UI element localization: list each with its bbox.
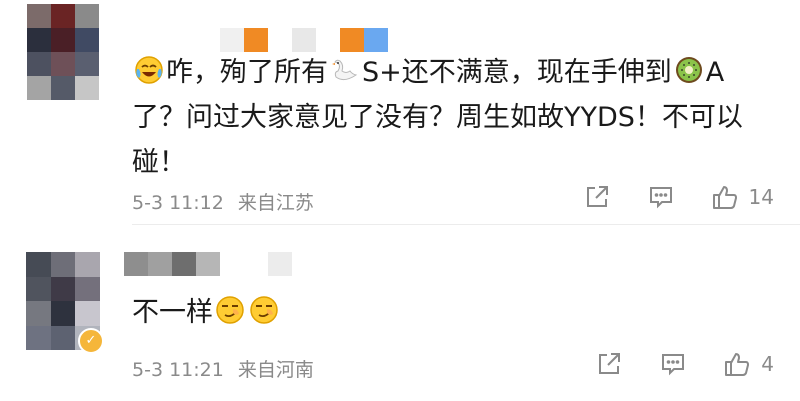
share-icon — [586, 186, 608, 207]
avatar-pixel — [75, 301, 100, 326]
comment-actions: 14 — [583, 183, 774, 211]
comment-item: ✓ 不一样 5-3 11:21 来自河南 4 — [0, 224, 800, 401]
comment-text: 咋，殉了所有 S+还不满意，现在手伸到 A了？问过大家意见了没有？周生如故YYD… — [132, 50, 772, 185]
avatar-pixel — [26, 301, 51, 326]
username[interactable] — [172, 28, 388, 52]
username-pixel — [196, 28, 220, 52]
comment-time: 5-3 11:12 — [132, 192, 224, 214]
avatar-pixel — [27, 4, 51, 28]
comment-actions: 4 — [595, 350, 774, 378]
avatar-pixel — [50, 325, 76, 350]
thumbs-up-icon — [712, 186, 737, 209]
avatar-pixel — [26, 276, 51, 301]
share-button[interactable] — [595, 350, 623, 378]
comment-time: 5-3 11:21 — [132, 359, 224, 381]
username-pixel — [244, 252, 268, 276]
comment-location: 来自河南 — [237, 359, 314, 381]
comment-text-segment: 不一样 — [132, 297, 213, 328]
username-pixel — [148, 252, 172, 276]
crying-laughing-emoji — [135, 56, 163, 84]
avatar-pixel — [75, 252, 100, 277]
reply-button[interactable] — [647, 183, 675, 211]
verified-badge-icon: ✓ — [78, 328, 104, 354]
username-pixel — [364, 28, 388, 52]
username-pixel — [220, 28, 244, 52]
smirk-emoji — [216, 296, 244, 324]
comment-meta: 5-3 11:21 来自河南 — [132, 355, 314, 382]
comment-text: 不一样 — [132, 290, 772, 335]
share-icon — [599, 353, 621, 374]
comment-icon — [649, 187, 672, 209]
avatar-pixel — [26, 325, 51, 350]
username-pixel — [316, 28, 340, 52]
avatar-pixel — [26, 252, 51, 277]
username-pixel — [268, 28, 292, 52]
comment-text-segment: S+还不满意，现在手伸到 — [362, 57, 672, 88]
username-pixel — [244, 28, 268, 52]
like-count: 14 — [748, 185, 774, 209]
kiwi-emoji — [675, 57, 702, 83]
username-pixel — [292, 28, 316, 52]
comment-meta: 5-3 11:12 来自江苏 — [132, 188, 314, 215]
avatar-pixel — [75, 52, 99, 76]
avatar-pixel — [27, 28, 51, 52]
share-button[interactable] — [583, 183, 611, 211]
reply-button[interactable] — [659, 350, 687, 378]
like-button[interactable]: 14 — [711, 183, 774, 211]
comment-item: 咋，殉了所有 S+还不满意，现在手伸到 A了？问过大家意见了没有？周生如故YYD… — [0, 0, 800, 224]
avatar-pixel — [51, 76, 75, 100]
avatar-pixel — [27, 52, 51, 76]
comment-location: 来自江苏 — [237, 192, 314, 214]
avatar-pixel — [51, 4, 75, 28]
like-button[interactable]: 4 — [723, 350, 774, 378]
smirk-emoji — [250, 296, 278, 324]
comment-text-segment: 咋，殉了所有 — [166, 57, 328, 88]
avatar[interactable] — [27, 4, 99, 100]
username-pixel — [124, 252, 148, 276]
username-pixel — [172, 28, 196, 52]
avatar-pixel — [51, 28, 75, 52]
comment-icon — [662, 354, 685, 376]
avatar-pixel — [75, 28, 99, 52]
username[interactable] — [124, 252, 292, 276]
username-pixel — [268, 252, 292, 276]
username-pixel — [340, 28, 364, 52]
avatar-pixel — [50, 252, 76, 277]
avatar-pixel — [50, 276, 76, 301]
avatar-pixel — [51, 52, 75, 76]
username-pixel — [220, 252, 244, 276]
avatar-pixel — [27, 76, 51, 100]
swan-emoji — [332, 59, 358, 81]
like-count: 4 — [761, 352, 774, 376]
avatar-pixel — [75, 76, 99, 100]
avatar-pixel — [75, 4, 99, 28]
username-pixel — [172, 252, 196, 276]
avatar-pixel — [50, 301, 76, 326]
username-pixel — [196, 252, 220, 276]
avatar-pixel — [75, 276, 100, 301]
thumbs-up-icon — [725, 353, 750, 376]
